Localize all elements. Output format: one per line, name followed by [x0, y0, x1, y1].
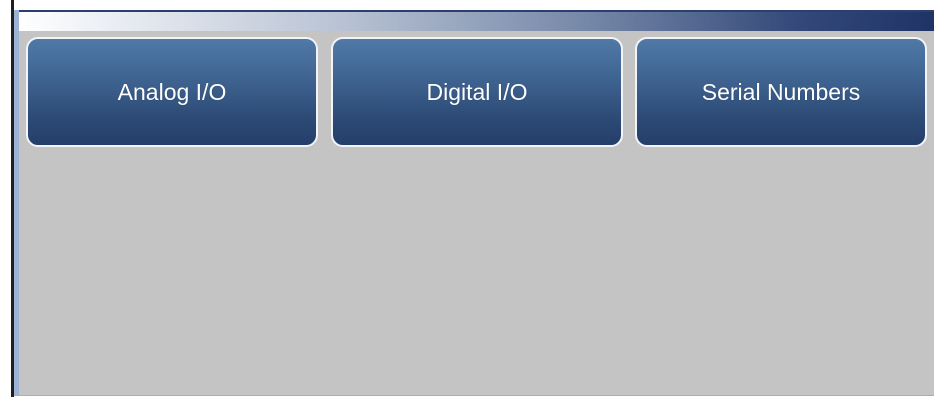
digital-io-button-label: Digital I/O	[426, 78, 528, 105]
analog-io-button[interactable]: Analog I/O	[26, 37, 318, 147]
analog-io-button-label: Analog I/O	[117, 78, 227, 105]
menu-button-row: Analog I/O Digital I/O Serial Numbers	[26, 37, 928, 148]
serial-numbers-button-label: Serial Numbers	[701, 78, 861, 105]
device-screen-frame: Analog I/O Digital I/O Serial Numbers	[0, 0, 934, 397]
menu-screen: Analog I/O Digital I/O Serial Numbers	[14, 10, 934, 396]
digital-io-button[interactable]: Digital I/O	[331, 37, 623, 147]
serial-numbers-button[interactable]: Serial Numbers	[635, 37, 927, 147]
title-bar	[19, 10, 934, 31]
